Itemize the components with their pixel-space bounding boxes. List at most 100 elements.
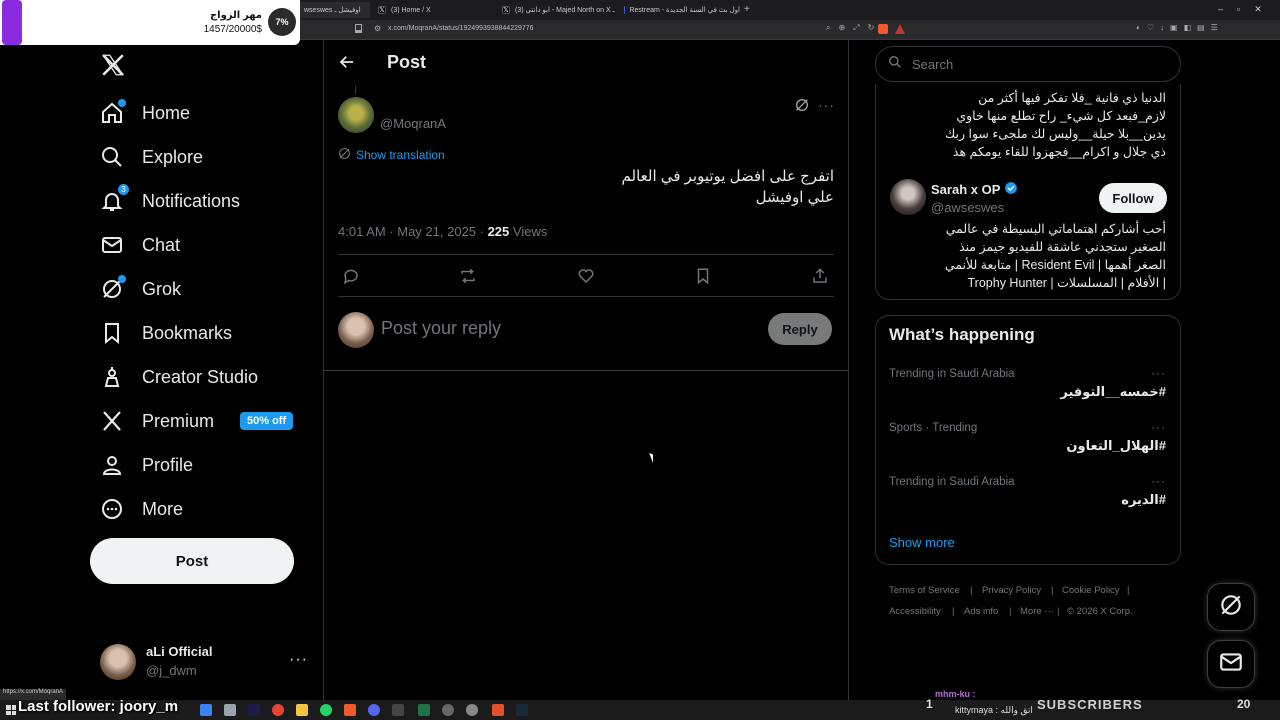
obs-icon[interactable] <box>466 704 478 716</box>
creator-studio-icon <box>100 365 124 389</box>
trend-context[interactable]: Trending in Saudi Arabia <box>889 476 1015 488</box>
taskbar-app-icon[interactable] <box>442 704 454 716</box>
home-icon <box>100 99 126 125</box>
trend-more-button[interactable]: ··· <box>1151 420 1166 434</box>
browser-tab[interactable]: 𝕏 (3) ابو دانتي - Majed North on X ـ <box>496 2 616 18</box>
taskbar-counter: 1 <box>926 697 933 711</box>
trend-more-button[interactable]: ··· <box>1151 474 1166 488</box>
post-button[interactable]: Post <box>90 538 294 584</box>
footer-link-terms[interactable]: Terms of Service <box>889 585 960 596</box>
messages-fab-button[interactable] <box>1207 640 1255 688</box>
address-bar-actions[interactable]: ⌕⊕⤢↻ <box>826 23 882 33</box>
chrome-icon[interactable] <box>272 704 284 716</box>
post-more-button[interactable]: ··· <box>818 97 835 113</box>
sidebar-item-home[interactable]: Home <box>100 93 190 133</box>
folder-icon[interactable] <box>296 704 308 716</box>
bookmark-page-icon[interactable] <box>355 24 362 33</box>
taskbar-app-icon[interactable] <box>248 704 260 716</box>
sidebar-item-label: Home <box>142 102 191 123</box>
bookmark-icon[interactable] <box>694 267 712 285</box>
brave-shield-icon[interactable] <box>878 24 888 34</box>
brave-icon[interactable] <box>344 704 356 716</box>
goal-progress-count: 1457/20000$ <box>203 24 262 35</box>
footer-link-cookie[interactable]: Cookie Policy <box>1062 585 1120 596</box>
post-author-handle[interactable]: @MoqranA <box>380 116 446 131</box>
trends-title: What’s happening <box>889 325 1035 344</box>
trend-context[interactable]: Trending in Saudi Arabia <box>889 368 1015 380</box>
start-menu-icon[interactable] <box>6 705 16 715</box>
taskbar-app-icon[interactable] <box>418 704 430 716</box>
subscribers-label: SUBSCRIBERS <box>1037 697 1143 712</box>
browser-tab[interactable]: wseswes اوفيشل ـ <box>298 2 370 18</box>
window-controls[interactable]: –▫✕ <box>1218 4 1276 15</box>
trend-hashtag[interactable]: #خمسه__التوفير <box>1060 384 1166 400</box>
sidebar-item-premium[interactable]: Premium 50% off <box>100 401 294 441</box>
sidebar-item-creator-studio[interactable]: Creator Studio <box>100 357 258 397</box>
search-placeholder: Search <box>912 56 954 72</box>
suggested-user-name[interactable]: Sarah x OP <box>931 181 1018 198</box>
sidebar-item-explore[interactable]: Explore <box>100 137 203 177</box>
browser-tab[interactable]: 𝕏 (3) Home / X <box>372 2 496 18</box>
taskbar-app-icon[interactable] <box>200 704 212 716</box>
share-icon[interactable] <box>811 267 829 285</box>
trend-context[interactable]: Sports · Trending <box>889 422 977 434</box>
avatar <box>338 312 374 348</box>
avatar[interactable] <box>100 644 136 680</box>
x-logo-icon[interactable] <box>100 52 126 78</box>
chat-message: kittymaya : اتق والله <box>955 705 1033 715</box>
footer-link-accessibility[interactable]: Accessibility <box>889 606 941 617</box>
footer-link-ads[interactable]: Ads info <box>964 606 998 617</box>
post-text-line: علي اوفيشل <box>755 189 834 206</box>
sidebar-item-more[interactable]: More <box>100 489 183 529</box>
show-translation-link[interactable]: Show translation <box>356 148 445 162</box>
repost-icon[interactable] <box>459 267 477 285</box>
reply-button[interactable]: Reply <box>768 313 832 345</box>
trend-more-button[interactable]: ··· <box>1151 366 1166 380</box>
sidebar-item-bookmarks[interactable]: Bookmarks <box>100 313 232 353</box>
sidebar-item-profile[interactable]: Profile <box>100 445 193 485</box>
sidebar-item-grok[interactable]: Grok <box>100 269 181 309</box>
follow-button[interactable]: Follow <box>1099 183 1167 213</box>
footer-separator: | <box>1127 585 1130 596</box>
steam-icon[interactable] <box>516 704 528 716</box>
search-input[interactable]: Search <box>875 46 1181 82</box>
suggested-user-handle[interactable]: @awseswes <box>931 200 1004 215</box>
taskbar-app-icon[interactable] <box>392 704 404 716</box>
reply-icon[interactable] <box>342 267 360 285</box>
trend-hashtag[interactable]: #الهلال_التعاون <box>1066 438 1166 454</box>
site-info-icon[interactable]: ⚙ <box>374 24 381 33</box>
footer-separator: | <box>1009 606 1012 617</box>
avatar[interactable] <box>338 97 374 133</box>
sidebar-item-label: Profile <box>142 454 194 475</box>
reply-input[interactable]: Post your reply <box>381 318 501 339</box>
tab-title: wseswes اوفيشل ـ <box>304 7 361 14</box>
account-more-button[interactable]: ··· <box>289 651 308 669</box>
account-name[interactable]: aLi Official <box>146 644 212 659</box>
show-more-link[interactable]: Show more <box>889 535 955 550</box>
sidebar-item-chat[interactable]: Chat <box>100 225 180 265</box>
goal-percent-badge: 7% <box>268 8 296 36</box>
grok-fab-button[interactable] <box>1207 583 1255 631</box>
trend-hashtag[interactable]: #الديره <box>1121 492 1166 508</box>
bookmark-icon <box>100 321 124 345</box>
taskbar-app-icon[interactable] <box>224 704 236 716</box>
like-icon[interactable] <box>577 267 595 285</box>
taskbar-app-icon[interactable] <box>492 704 504 716</box>
sidebar-item-label: Creator Studio <box>142 366 259 387</box>
browser-extension-icons[interactable]: ◐♡↓▣◧▤☰ <box>1136 23 1224 32</box>
footer-separator: | <box>970 585 973 596</box>
sidebar-item-notifications[interactable]: 3 Notifications <box>100 181 240 221</box>
footer-link-privacy[interactable]: Privacy Policy <box>982 585 1041 596</box>
footer-link-more[interactable]: More ··· <box>1020 606 1054 617</box>
donation-goal-widget <box>0 0 300 45</box>
mail-icon <box>1218 649 1244 680</box>
discord-icon[interactable] <box>368 704 380 716</box>
grok-explain-icon[interactable] <box>794 97 810 113</box>
avatar[interactable] <box>890 179 926 215</box>
url-field[interactable]: x.com/MoqranA/status/1924993938844229776 <box>388 25 534 32</box>
new-tab-button[interactable]: + <box>744 4 750 15</box>
whatsapp-icon[interactable] <box>320 704 332 716</box>
browser-tab[interactable]: Restream - اول بث في السنة الجديدة <box>618 2 740 18</box>
account-handle[interactable]: @j_dwm <box>146 663 197 678</box>
back-arrow-icon[interactable] <box>338 53 356 71</box>
